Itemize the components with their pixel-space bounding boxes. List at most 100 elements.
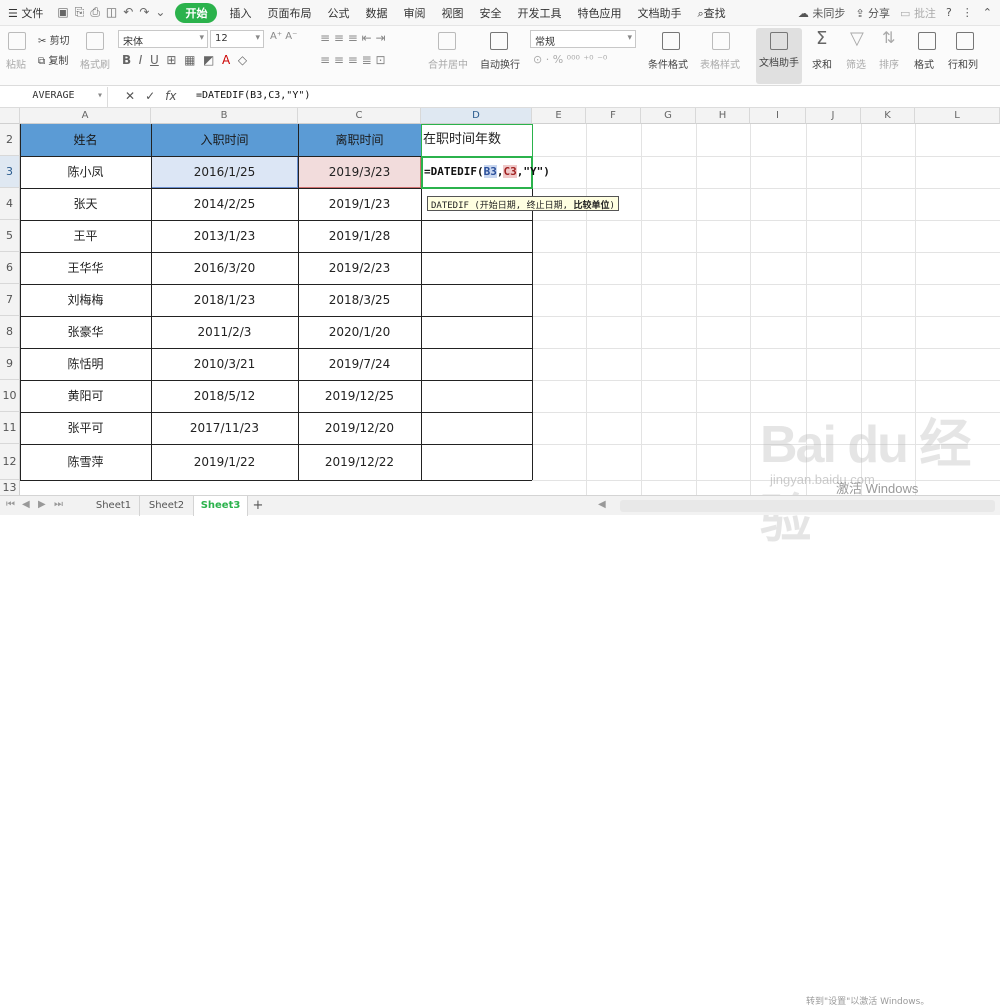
tab-sheet3[interactable]: Sheet3 — [194, 496, 248, 516]
wrap-label[interactable]: 自动换行 — [480, 56, 520, 71]
table-style-label[interactable]: 表格样式 — [700, 56, 740, 71]
row-header-8[interactable]: 8 — [0, 316, 20, 348]
add-sheet-button[interactable]: + — [248, 496, 268, 516]
last-sheet-icon[interactable]: ⏭ — [54, 499, 63, 510]
paste-icon[interactable] — [8, 32, 26, 50]
cancel-icon[interactable]: ✕ — [125, 89, 135, 103]
table-cell[interactable]: 2018/1/23 — [151, 284, 298, 316]
tab-insert[interactable]: 插入 — [221, 5, 259, 21]
doc-assistant-button[interactable]: 文档助手 — [756, 28, 802, 84]
tab-features[interactable]: 特色应用 — [569, 5, 629, 21]
table-cell[interactable]: 2019/1/23 — [298, 188, 421, 220]
collapse-icon[interactable]: ⌃ — [983, 6, 992, 19]
scroll-left-icon[interactable]: ◀ — [598, 499, 606, 510]
table-cell[interactable]: 2016/3/20 — [151, 252, 298, 284]
col-header-h[interactable]: H — [696, 108, 750, 124]
col-header-c[interactable]: C — [298, 108, 421, 124]
sum-label[interactable]: 求和 — [812, 56, 832, 71]
file-menu[interactable]: ☰ 文件 — [0, 5, 51, 21]
number-format-select[interactable]: 常规 — [530, 30, 636, 48]
filter-label[interactable]: 筛选 — [846, 56, 866, 71]
search-button[interactable]: ⌕查找 — [689, 5, 733, 21]
conditional-format-icon[interactable] — [662, 32, 680, 50]
first-sheet-icon[interactable]: ⏮ — [6, 499, 15, 510]
format-label[interactable]: 格式 — [914, 56, 934, 71]
font-grow-icon[interactable]: A⁺ A⁻ — [270, 31, 297, 42]
name-box[interactable]: AVERAGE — [0, 87, 108, 107]
table-cell[interactable]: 王华华 — [20, 252, 151, 284]
sync-status[interactable]: ☁ 未同步 — [798, 5, 846, 21]
rowcol-label[interactable]: 行和列 — [948, 56, 978, 71]
cond-format-label[interactable]: 条件格式 — [648, 56, 688, 71]
format-icon[interactable] — [918, 32, 936, 50]
table-cell[interactable]: 陈雪萍 — [20, 444, 151, 480]
table-cell[interactable]: 张平可 — [20, 412, 151, 444]
redo-icon[interactable]: ↷ — [139, 5, 149, 20]
share-button[interactable]: ⇪ 分享 — [855, 5, 890, 21]
table-cell[interactable]: 2018/5/12 — [151, 380, 298, 412]
cut-button[interactable]: ✂ 剪切 — [38, 32, 70, 47]
table-cell[interactable]: 2018/3/25 — [298, 284, 421, 316]
header-cell-leave-date[interactable]: 离职时间 — [298, 124, 421, 156]
row-header-2[interactable]: 2 — [0, 124, 20, 156]
font-style-buttons[interactable]: B I U ⊞ ▦ ◩ A ◇ — [122, 53, 247, 67]
formula-input[interactable]: =DATEDIF(B3,C3,"Y") — [196, 90, 310, 101]
col-header-a[interactable]: A — [20, 108, 151, 124]
table-cell[interactable]: 2019/1/28 — [298, 220, 421, 252]
tab-doc-assistant[interactable]: 文档助手 — [629, 5, 689, 21]
row-header-4[interactable]: 4 — [0, 188, 20, 220]
col-header-g[interactable]: G — [641, 108, 696, 124]
align-buttons-2[interactable]: ≡ ≡ ≡ ≣ ⊡ — [320, 53, 386, 67]
horizontal-scrollbar[interactable] — [620, 500, 995, 512]
col-header-j[interactable]: J — [806, 108, 861, 124]
table-cell[interactable]: 王平 — [20, 220, 151, 252]
row-header-3[interactable]: 3 — [0, 156, 20, 188]
filter-icon[interactable]: ▽ — [850, 28, 864, 49]
header-cell-hire-date[interactable]: 入职时间 — [151, 124, 298, 156]
select-all-corner[interactable] — [0, 108, 20, 124]
export-icon[interactable]: ⎘ — [75, 5, 85, 20]
tab-review[interactable]: 审阅 — [395, 5, 433, 21]
tab-page-layout[interactable]: 页面布局 — [259, 5, 319, 21]
col-header-d[interactable]: D — [421, 108, 532, 124]
table-cell[interactable]: 2019/2/23 — [298, 252, 421, 284]
table-cell[interactable]: 2019/12/25 — [298, 380, 421, 412]
row-header-13[interactable]: 13 — [0, 480, 20, 495]
table-cell[interactable]: 2019/1/22 — [151, 444, 298, 480]
tab-security[interactable]: 安全 — [471, 5, 509, 21]
tab-data[interactable]: 数据 — [357, 5, 395, 21]
table-cell[interactable]: 2020/1/20 — [298, 316, 421, 348]
table-cell[interactable]: 刘梅梅 — [20, 284, 151, 316]
tab-developer[interactable]: 开发工具 — [509, 5, 569, 21]
table-cell[interactable]: 2011/2/3 — [151, 316, 298, 348]
number-buttons[interactable]: ⊙ · % ⁰⁰⁰ ⁺⁰ ⁻⁰ — [533, 53, 607, 66]
row-header-11[interactable]: 11 — [0, 412, 20, 444]
row-header-12[interactable]: 12 — [0, 444, 20, 480]
print-icon[interactable]: ⎙ — [90, 5, 100, 20]
function-icon[interactable]: fx — [165, 89, 176, 103]
format-painter-icon[interactable] — [86, 32, 104, 50]
comment-button[interactable]: ▭ 批注 — [900, 5, 936, 21]
table-cell[interactable]: 陈恬明 — [20, 348, 151, 380]
wrap-text-icon[interactable] — [490, 32, 508, 50]
merge-icon[interactable] — [438, 32, 456, 50]
next-sheet-icon[interactable]: ▶ — [38, 499, 46, 510]
table-cell[interactable]: 2013/1/23 — [151, 220, 298, 252]
more-icon[interactable]: ⋮ — [962, 6, 973, 19]
table-cell[interactable]: 2010/3/21 — [151, 348, 298, 380]
col-header-f[interactable]: F — [586, 108, 641, 124]
row-header-7[interactable]: 7 — [0, 284, 20, 316]
col-header-i[interactable]: I — [750, 108, 806, 124]
tab-sheet1[interactable]: Sheet1 — [88, 496, 140, 516]
tab-sheet2[interactable]: Sheet2 — [140, 496, 194, 516]
row-header-5[interactable]: 5 — [0, 220, 20, 252]
header-cell-name[interactable]: 姓名 — [20, 124, 151, 156]
table-cell[interactable]: 张天 — [20, 188, 151, 220]
row-header-6[interactable]: 6 — [0, 252, 20, 284]
chevron-down-icon[interactable]: ⌄ — [155, 5, 165, 20]
table-cell[interactable]: 2019/12/20 — [298, 412, 421, 444]
format-painter-label[interactable]: 格式刷 — [80, 56, 110, 71]
table-cell[interactable]: 2014/2/25 — [151, 188, 298, 220]
preview-icon[interactable]: ◫ — [106, 5, 117, 20]
col-header-k[interactable]: K — [861, 108, 915, 124]
